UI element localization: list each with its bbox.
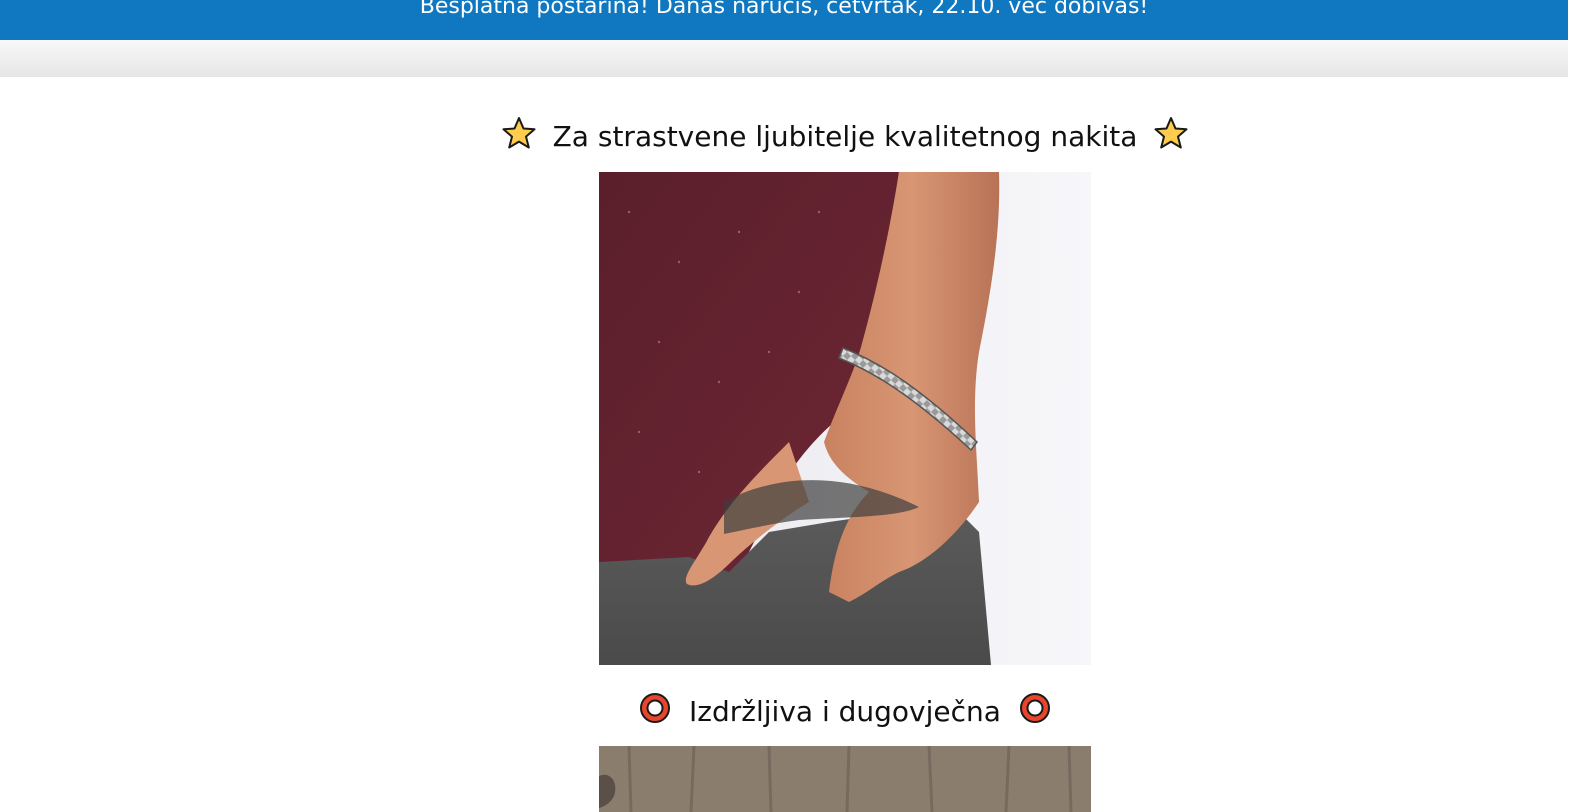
section-heading-quality: Za strastvene ljubitelje kvalitetnog nak…	[0, 116, 1592, 157]
section-heading-text: Za strastvene ljubitelje kvalitetnog nak…	[552, 120, 1138, 153]
bracelet-on-wood-photo	[599, 746, 1091, 812]
scrollbar[interactable]	[1568, 0, 1592, 812]
announcement-bar: Besplatna poštarina! Danas naručiš, četv…	[0, 0, 1568, 40]
navigation-bar	[0, 40, 1568, 77]
star-icon	[1154, 116, 1188, 157]
star-icon	[502, 116, 536, 157]
ring-icon	[1018, 691, 1052, 732]
section-heading-text: Izdržljiva i dugovječna	[689, 695, 1001, 728]
page: Besplatna poštarina! Danas naručiš, četv…	[0, 0, 1592, 812]
announcement-text: Besplatna poštarina! Danas naručiš, četv…	[419, 0, 1149, 19]
bracelet-on-wrist-photo	[599, 172, 1091, 665]
section-heading-durable: Izdržljiva i dugovječna	[0, 691, 1592, 732]
ring-icon	[638, 691, 672, 732]
